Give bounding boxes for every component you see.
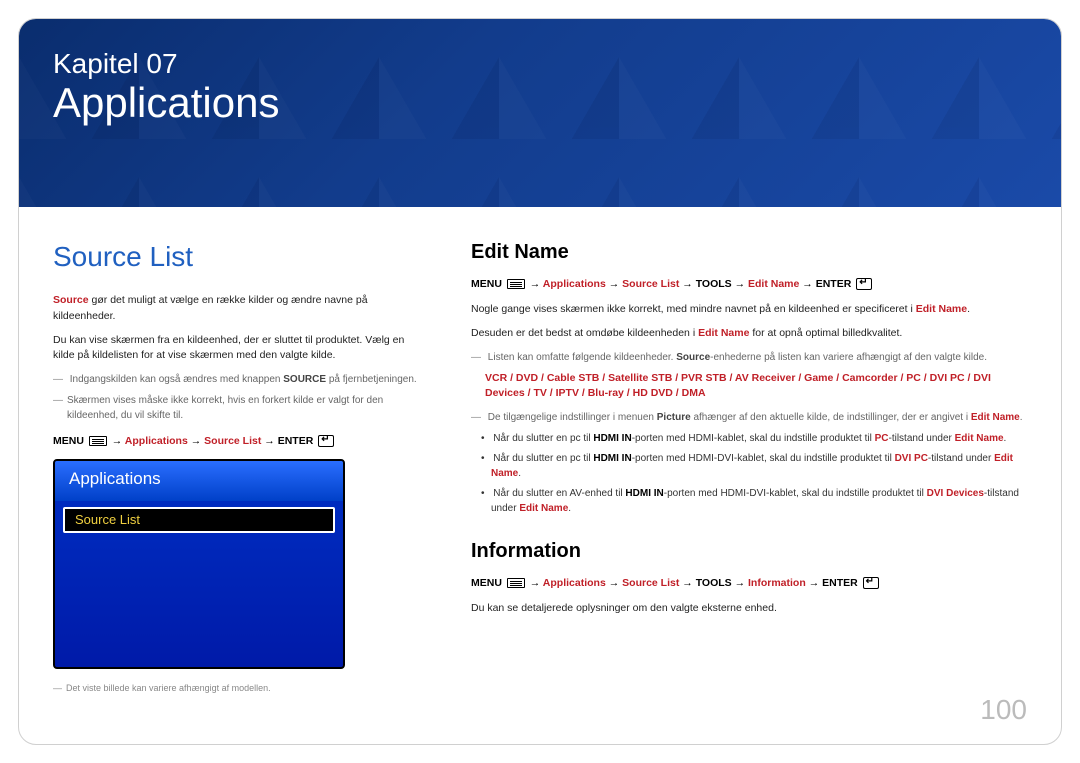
edit-name-para2: Desuden er det bedst at omdøbe kildeenhe… (471, 326, 1027, 342)
source-list-heading: Source List (53, 241, 423, 273)
manual-page: Kapitel 07 Applications Source List Sour… (18, 18, 1062, 745)
chapter-banner: Kapitel 07 Applications (19, 19, 1061, 207)
device-list: VCR / DVD / Cable STB / Satellite STB / … (471, 371, 1027, 403)
preview-item-source-list: Source List (63, 507, 335, 533)
menu-icon (507, 279, 525, 289)
image-disclaimer: Det viste billede kan variere afhængigt … (53, 683, 423, 693)
enter-icon (856, 278, 872, 290)
bullet-list: Når du slutter en pc til HDMI IN-porten … (477, 431, 1027, 516)
menu-icon (89, 436, 107, 446)
right-column: Edit Name MENU → Applications → Source L… (471, 241, 1027, 693)
menu-icon (507, 578, 525, 588)
note-wrong-source: Skærmen vises måske ikke korrekt, hvis e… (53, 393, 423, 423)
information-heading: Information (471, 540, 1027, 563)
enter-icon (863, 577, 879, 589)
preview-screenshot: Applications Source List (53, 459, 345, 669)
page-number: 100 (980, 694, 1027, 726)
menu-path-source-list: MENU → Applications → Source List → ENTE… (53, 435, 423, 447)
menu-path-information: MENU → Applications → Source List → TOOL… (471, 577, 1027, 589)
preview-header: Applications (55, 461, 343, 501)
note-source-list-devices: Listen kan omfatte følgende kildeenheder… (471, 350, 1027, 365)
menu-path-edit-name: MENU → Applications → Source List → TOOL… (471, 278, 1027, 290)
bullet-hdmi-dvi-pc: Når du slutter en pc til HDMI IN-porten … (477, 451, 1027, 481)
chapter-title: Applications (53, 80, 1027, 126)
source-description: Source gør det muligt at vælge en række … (53, 293, 423, 325)
content-area: Source List Source gør det muligt at væl… (19, 207, 1061, 693)
edit-name-para1: Nogle gange vises skærmen ikke korrekt, … (471, 302, 1027, 318)
bullet-hdmi-dvi-av: Når du slutter en AV-enhed til HDMI IN-p… (477, 486, 1027, 516)
edit-name-heading: Edit Name (471, 241, 1027, 264)
left-column: Source List Source gør det muligt at væl… (53, 241, 423, 693)
information-para: Du kan se detaljerede oplysninger om den… (471, 601, 1027, 617)
source-para2: Du kan vise skærmen fra en kildeenhed, d… (53, 333, 423, 365)
information-section: Information MENU → Applications → Source… (471, 540, 1027, 617)
enter-icon (318, 435, 334, 447)
chapter-number: Kapitel 07 (53, 49, 1027, 80)
note-picture-menu: De tilgængelige indstillinger i menuen P… (471, 410, 1027, 425)
bullet-hdmi-pc: Når du slutter en pc til HDMI IN-porten … (477, 431, 1027, 446)
note-source-button: Indgangskilden kan også ændres med knapp… (53, 372, 423, 387)
